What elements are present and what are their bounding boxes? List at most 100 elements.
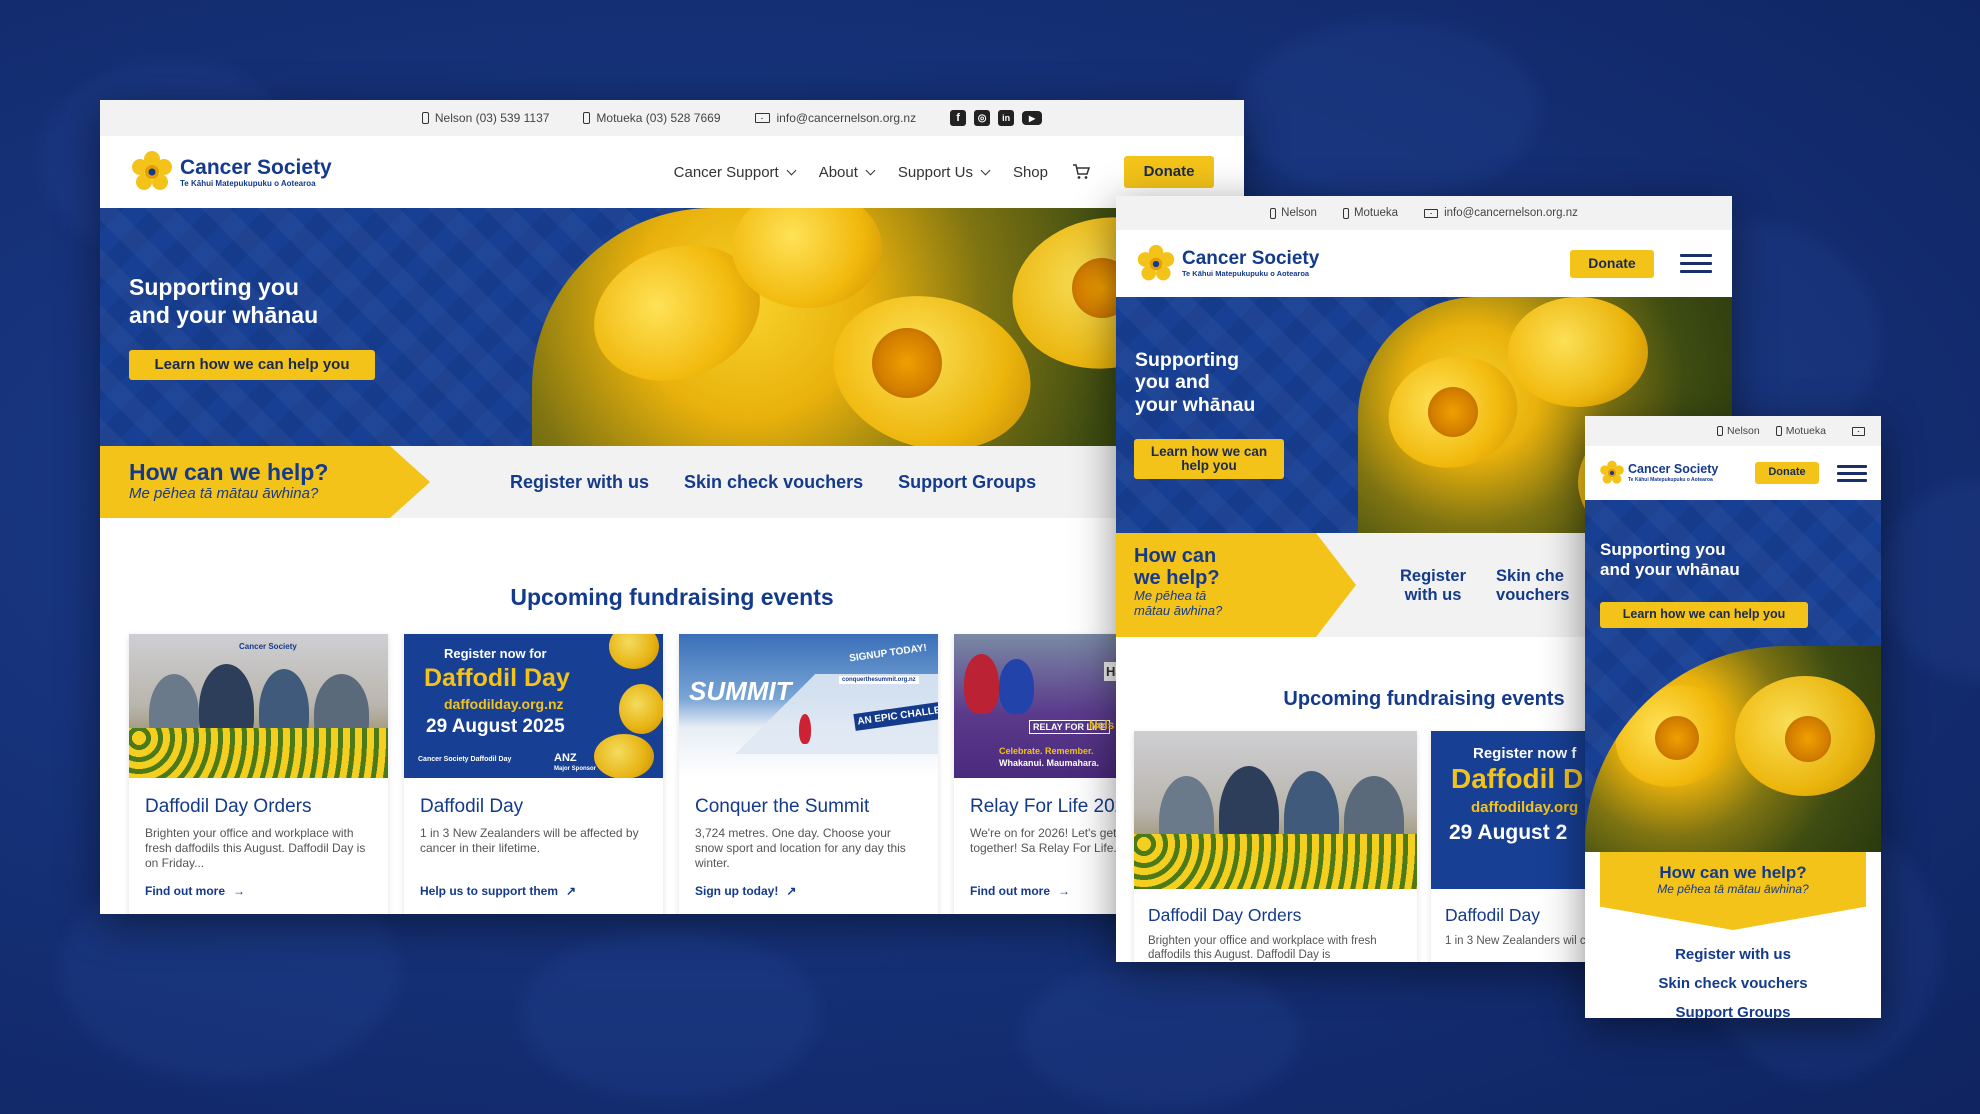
card-image: Register now for Daffodil Day daffodilda… xyxy=(404,634,663,778)
phone-icon xyxy=(1775,426,1782,436)
help-question: How can we help? xyxy=(1134,545,1356,589)
nav-label: Cancer Support xyxy=(673,163,779,181)
nav-shop[interactable]: Shop xyxy=(1013,164,1048,181)
hero-cta-line1: Learn how we can xyxy=(1150,443,1268,459)
help-question: How can we help? xyxy=(1659,863,1807,882)
phone-motueka[interactable]: Motueka (03) 528 7669 xyxy=(583,111,721,125)
instagram-icon[interactable]: ◎ xyxy=(974,110,991,126)
nav-about[interactable]: About xyxy=(819,164,876,181)
link-skin-check-line2: vouchers xyxy=(1496,586,1570,604)
help-maori: Me pēhea tā mātau āwhina? xyxy=(1657,881,1809,896)
nav-cancer-support[interactable]: Cancer Support xyxy=(673,163,797,181)
nav-label: Support Us xyxy=(897,163,973,181)
site-logo[interactable]: Cancer Society Te Kāhui Matepukupuku o Ao… xyxy=(1136,244,1319,284)
card-image-line2: Daffodil Day xyxy=(424,664,570,692)
site-logo[interactable]: Cancer Society Te Kāhui Matepukupuku o Ao… xyxy=(130,150,332,194)
event-card-daffodil-orders[interactable]: Cancer Society Daffodil Day Orders Brigh… xyxy=(129,634,388,914)
card-link[interactable]: Find out more → xyxy=(145,884,372,898)
hero-title: Supporting you and your whānau xyxy=(1135,349,1255,416)
card-title: Daffodil Day xyxy=(420,796,524,817)
top-contact-bar: Nelson Motueka info@cancernelson.org.nz xyxy=(1116,196,1732,230)
card-image-line1: Register now for xyxy=(444,646,547,661)
facebook-icon[interactable]: f xyxy=(950,110,967,126)
main-nav: Cancer Support About Support Us Shop Don… xyxy=(674,156,1214,188)
phone-motueka-text: Motueka (03) 528 7669 xyxy=(596,111,721,125)
donate-button[interactable]: Donate xyxy=(1570,249,1654,278)
link-skin-check[interactable]: Skin check vouchers xyxy=(684,472,863,493)
link-skin-check[interactable]: Skin che vouchers xyxy=(1496,567,1569,605)
desktop-mockup: Nelson (03) 539 1137 Motueka (03) 528 76… xyxy=(100,100,1244,914)
logo-title: Cancer Society xyxy=(1628,462,1719,477)
card-image-text3: Whakanui. Maumahara. xyxy=(999,758,1100,768)
hero-cta-button[interactable]: Learn how we can help you xyxy=(129,350,375,380)
hero-cta-line2: help you xyxy=(1181,458,1237,473)
donate-button[interactable]: Donate xyxy=(1755,462,1819,484)
arrow-right-icon: → xyxy=(1058,884,1070,898)
cart-icon[interactable] xyxy=(1072,164,1090,180)
phone-icon xyxy=(1342,207,1349,219)
help-box: How can we help? Me pēhea tā mātau āwhina? xyxy=(1116,533,1356,637)
youtube-icon[interactable]: ▶ xyxy=(1022,111,1043,125)
link-register[interactable]: Register with us xyxy=(510,472,649,493)
link-skin-check[interactable]: Skin check vouchers xyxy=(1658,975,1807,992)
card-image xyxy=(1134,731,1417,889)
daffodil-logo-icon xyxy=(1137,244,1175,280)
menu-hamburger-icon[interactable] xyxy=(1837,464,1867,482)
nav-support-us[interactable]: Support Us xyxy=(897,163,991,181)
card-image-logo1: Cancer Society Daffodil Day xyxy=(418,756,512,763)
link-register-line1: Register xyxy=(1400,567,1467,585)
logo-subtitle: Te Kāhui Matepukupuku o Aotearoa xyxy=(1182,269,1310,279)
email-icon xyxy=(1424,208,1439,218)
phone-nelson[interactable]: Nelson xyxy=(1717,425,1760,437)
card-link-text: Sign up today! xyxy=(695,884,779,898)
phone-motueka[interactable]: Motueka xyxy=(1342,207,1398,219)
hero-cta-button[interactable]: Learn how we can help you xyxy=(1600,602,1808,628)
hero-title-line1: Supporting you xyxy=(129,274,299,300)
chevron-down-icon xyxy=(980,165,991,175)
card-image-text2: SIGNUP TODAY! xyxy=(848,642,928,665)
email-icon[interactable] xyxy=(1852,426,1865,436)
card-image-text2: Celebrate. Remember. xyxy=(999,746,1094,756)
card-image: Cancer Society xyxy=(129,634,388,778)
phone-nelson[interactable]: Nelson (03) 539 1137 xyxy=(421,111,550,125)
event-card-daffodil-day[interactable]: Register now for Daffodil Day daffodilda… xyxy=(404,634,663,914)
phone-nelson-text: Nelson (03) 539 1137 xyxy=(434,111,550,125)
help-question-line2: we help? xyxy=(1134,567,1220,589)
event-card-daffodil-orders[interactable]: Daffodil Day Orders Brighten your office… xyxy=(1134,731,1417,962)
help-links: Register with us Skin check vouchers Sup… xyxy=(510,472,1036,493)
hero-title-line3: your whānau xyxy=(1135,393,1256,416)
linkedin-icon[interactable]: in xyxy=(998,110,1015,126)
hero-title: Supporting you and your whānau xyxy=(129,274,318,329)
link-register[interactable]: Register with us xyxy=(1675,946,1791,963)
event-card-conquer-summit[interactable]: SUMMIT SIGNUP TODAY! AN EPIC CHALLENGE! … xyxy=(679,634,938,914)
link-register[interactable]: Register with us xyxy=(1400,567,1466,605)
logo-title: Cancer Society xyxy=(180,155,332,179)
card-image-logo2: ANZ xyxy=(554,752,577,764)
card-image-line3: daffodilday.org xyxy=(1471,799,1579,816)
hero-cta-button[interactable]: Learn how we can help you xyxy=(1134,439,1284,479)
site-logo[interactable]: Cancer Society Te Kāhui Matepukupuku o Ao… xyxy=(1599,460,1718,486)
email-link[interactable]: info@cancernelson.org.nz xyxy=(754,111,916,125)
hero-banner: Supporting you and your whānau Learn how… xyxy=(1585,500,1881,852)
hero-title-line2: you and xyxy=(1135,371,1210,394)
logo-subtitle: Te Kāhui Matepukupuku o Aotearoa xyxy=(1628,476,1713,483)
card-link[interactable]: Help us to support them ↗ xyxy=(420,884,647,898)
card-image-text4: conquerthesummit.org.nz xyxy=(839,676,919,684)
phone-motueka[interactable]: Motueka xyxy=(1775,425,1826,437)
help-maori-line2: mātau āwhina? xyxy=(1134,602,1223,618)
card-image-line2: Daffodil D xyxy=(1451,763,1584,794)
card-image-logo2-sub: Major Sponsor xyxy=(554,766,597,772)
link-support-groups[interactable]: Support Groups xyxy=(898,472,1036,493)
card-link[interactable]: Sign up today! ↗ xyxy=(695,884,922,898)
card-image: SUMMIT SIGNUP TODAY! AN EPIC CHALLENGE! … xyxy=(679,634,938,778)
menu-hamburger-icon[interactable] xyxy=(1680,254,1712,273)
mobile-mockup: Nelson Motueka Cancer Society Te Kāhui Ma… xyxy=(1585,416,1881,1018)
chevron-down-icon xyxy=(786,165,797,175)
hero-title-line1: Supporting you xyxy=(1600,540,1726,559)
daffodil-logo-icon xyxy=(1600,460,1624,484)
link-support-groups[interactable]: Support Groups xyxy=(1676,1004,1791,1018)
donate-button[interactable]: Donate xyxy=(1124,156,1214,188)
email-icon xyxy=(754,113,770,123)
phone-nelson[interactable]: Nelson xyxy=(1270,207,1317,219)
email-link[interactable]: info@cancernelson.org.nz xyxy=(1424,207,1578,219)
